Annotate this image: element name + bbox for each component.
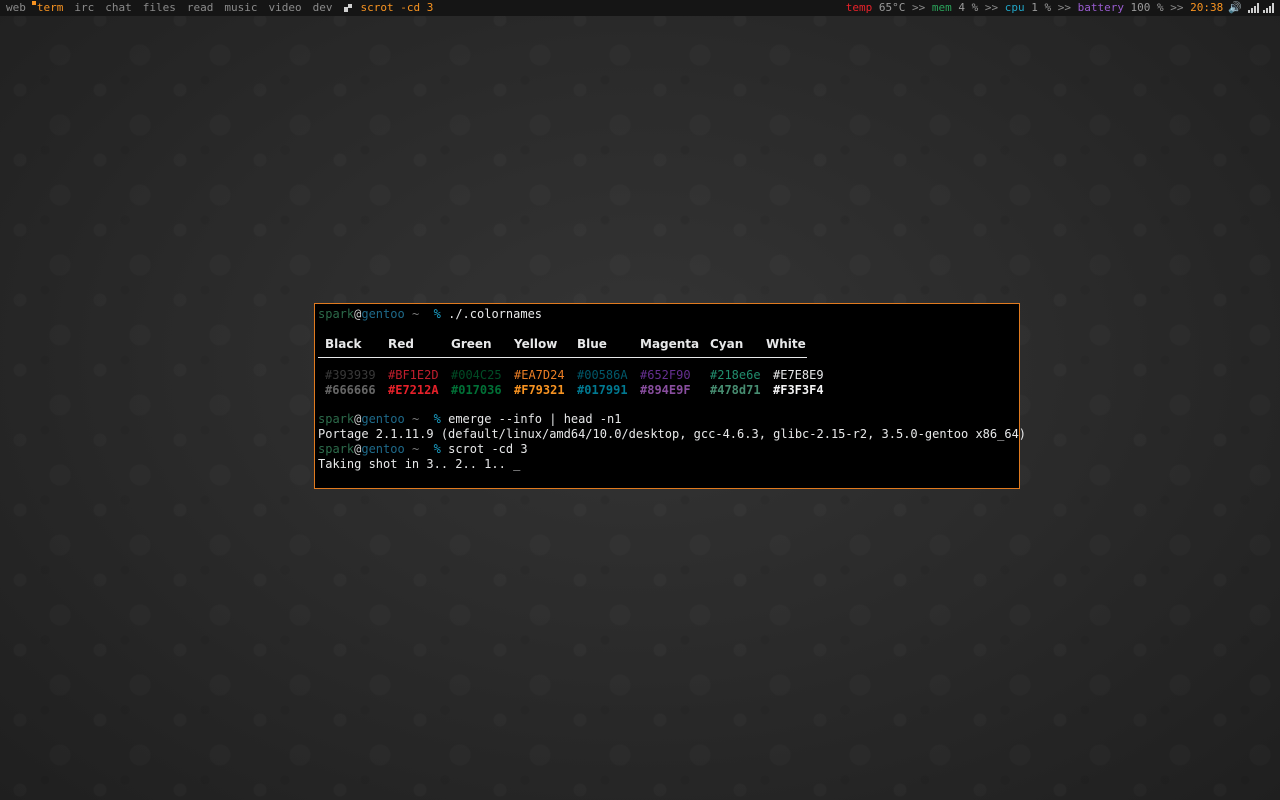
tag-irc[interactable]: irc [68, 0, 99, 16]
command-output: Portage 2.1.11.9 (default/linux/amd64/10… [318, 427, 1027, 441]
cpu-label: cpu [1004, 1, 1025, 14]
header-magenta: Magenta [640, 337, 700, 351]
color-row-normal: #393939 #BF1E2D #004C25 #EA7D24 #00586A … [318, 368, 833, 383]
tag-term[interactable]: term [31, 0, 69, 16]
battery-value: 100 % [1123, 1, 1171, 14]
tag-read[interactable]: read [181, 0, 219, 16]
header-green: Green [451, 337, 492, 351]
header-blue: Blue [577, 337, 607, 351]
command-text: ./.colornames [448, 307, 543, 321]
occupied-indicator-icon [31, 1, 36, 5]
network-signal-icon[interactable] [1263, 3, 1274, 13]
prompt-dir: ~ [404, 412, 427, 426]
color-cell: #393939 [325, 368, 376, 382]
color-cell: #894E9F [640, 383, 691, 397]
temp-label: temp [845, 1, 873, 14]
prompt-user: spark [318, 442, 355, 456]
separator: >> [1170, 1, 1191, 14]
clock: 20:38 [1190, 1, 1224, 14]
prompt-symbol: % [426, 307, 449, 321]
volume-icon[interactable]: 🔊 [1228, 0, 1242, 16]
prompt-symbol: % [426, 442, 449, 456]
tag-web[interactable]: web [0, 0, 31, 16]
tag-label: term [36, 1, 64, 14]
prompt-symbol: % [426, 412, 449, 426]
tag-dev[interactable]: dev [307, 0, 338, 16]
cpu-value: 1 % [1024, 1, 1058, 14]
prompt-line-3: spark@gentoo ~ % scrot -cd 3 [318, 442, 528, 457]
prompt-host: gentoo [361, 442, 405, 456]
tag-video[interactable]: video [263, 0, 307, 16]
prompt-user: spark [318, 412, 355, 426]
battery-label: battery [1077, 1, 1124, 14]
color-row-bright: #666666 #E7212A #017036 #F79321 #017991 … [318, 383, 833, 398]
color-cell: #666666 [325, 383, 376, 397]
tag-list: web term irc chat files read music video… [0, 0, 433, 16]
command-text: scrot -cd 3 [448, 442, 528, 456]
separator: >> [911, 1, 932, 14]
prompt-user: spark [318, 307, 355, 321]
color-cell: #00586A [577, 368, 628, 382]
color-cell: #EA7D24 [514, 368, 565, 382]
color-cell: #E7212A [388, 383, 439, 397]
command-output: Taking shot in 3.. 2.. 1.. _ [318, 457, 521, 471]
prompt-host: gentoo [361, 307, 405, 321]
header-yellow: Yellow [514, 337, 558, 351]
tag-files[interactable]: files [137, 0, 181, 16]
color-cell: #017991 [577, 383, 628, 397]
prompt-dir: ~ [404, 442, 427, 456]
tag-chat[interactable]: chat [99, 0, 137, 16]
header-red: Red [388, 337, 414, 351]
header-black: Black [325, 337, 362, 351]
color-cell: #E7E8E9 [773, 368, 824, 382]
separator: >> [984, 1, 1005, 14]
color-cell: #017036 [451, 383, 502, 397]
command-text: emerge --info | head -n1 [448, 412, 622, 426]
temp-value: 65°C [872, 1, 912, 14]
desktop: web term irc chat files read music video… [0, 0, 1280, 800]
prompt-host: gentoo [361, 412, 405, 426]
color-table: Black Red Green Yellow Blue Magenta Cyan… [318, 335, 824, 397]
header-cyan: Cyan [710, 337, 744, 351]
color-cell: #F3F3F4 [773, 383, 824, 397]
layout-icon[interactable] [343, 4, 352, 12]
window-title: scrot -cd 3 [360, 1, 434, 14]
system-status: temp 65°C >> mem 4 % >> cpu 1 % >> batte… [846, 0, 1280, 16]
prompt-dir: ~ [404, 307, 427, 321]
color-cell: #F79321 [514, 383, 565, 397]
mem-value: 4 % [951, 1, 985, 14]
tag-music[interactable]: music [218, 0, 262, 16]
prompt-line-1: spark@gentoo ~ % ./.colornames [318, 307, 542, 322]
terminal-window[interactable]: spark@gentoo ~ % ./.colornames Black Red… [314, 303, 1026, 489]
color-cell: #218e6e [710, 368, 761, 382]
prompt-line-2: spark@gentoo ~ % emerge --info | head -n… [318, 412, 621, 427]
color-cell: #478d71 [710, 383, 761, 397]
wifi-signal-icon[interactable] [1248, 3, 1259, 13]
status-bar: web term irc chat files read music video… [0, 0, 1280, 16]
color-table-header: Black Red Green Yellow Blue Magenta Cyan… [318, 335, 807, 358]
color-cell: #652F90 [640, 368, 691, 382]
color-cell: #004C25 [451, 368, 502, 382]
mem-label: mem [931, 1, 952, 14]
separator: >> [1057, 1, 1078, 14]
header-white: White [766, 337, 806, 351]
color-cell: #BF1E2D [388, 368, 439, 382]
